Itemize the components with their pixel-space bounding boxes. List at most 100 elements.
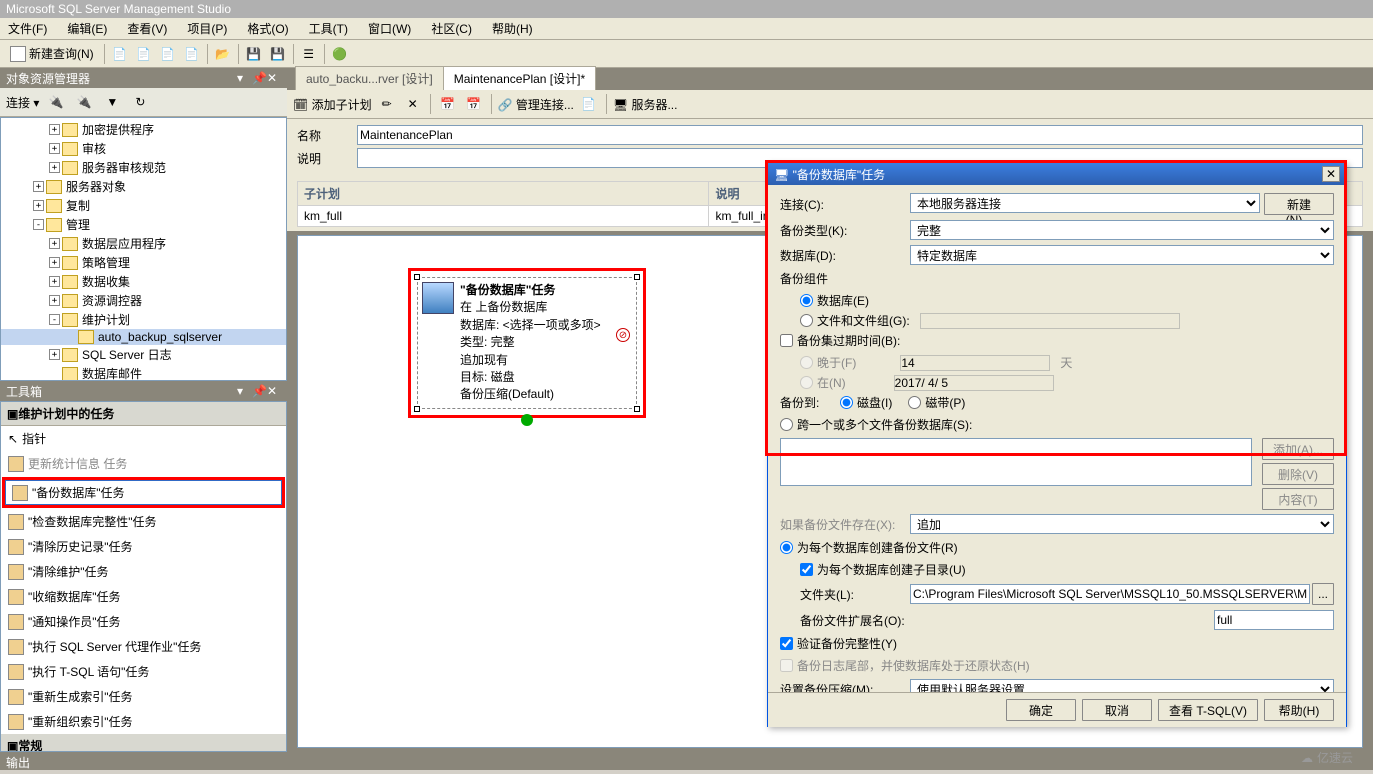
pin-icon[interactable]: 📌 [252,384,266,398]
tree-node[interactable]: +服务器对象 [1,177,286,196]
report-icon[interactable]: 📄 [578,93,600,115]
toolbar-btn2[interactable]: 📄 [133,43,155,65]
tree-node[interactable]: +服务器审核规范 [1,158,286,177]
expand-icon[interactable]: - [33,219,44,230]
folder-input[interactable] [910,584,1310,604]
tree-node[interactable]: auto_backup_sqlserver [1,329,286,345]
expand-icon[interactable]: + [49,238,60,249]
connect-btn2[interactable]: 🔌 [73,91,95,113]
browse-button[interactable]: ... [1312,583,1334,605]
calendar-x-icon[interactable]: 📅 [463,93,485,115]
expand-icon[interactable]: + [33,181,44,192]
ok-button[interactable]: 确定 [1006,699,1076,721]
menu-help[interactable]: 帮助(H) [488,18,537,39]
expand-icon[interactable]: + [49,124,60,135]
toolbox-item[interactable]: "检查数据库完整性"任务 [1,509,286,534]
toolbox-item[interactable]: "执行 T-SQL 语句"任务 [1,659,286,684]
toolbox-section[interactable]: ▣ 维护计划中的任务 [1,402,286,426]
add-subplan-button[interactable]: 🗓 添加子计划 [293,96,372,113]
tree-node[interactable]: 数据库邮件 [1,364,286,381]
menu-tools[interactable]: 工具(T) [305,18,352,39]
name-input[interactable] [357,125,1363,145]
pin-icon[interactable]: 📌 [252,71,266,85]
toolbar-open[interactable]: 📂 [212,43,234,65]
backup-task-card[interactable]: "备份数据库"任务 在 上备份数据库 数据库: <选择一项或多项> 类型: 完整… [417,277,637,409]
file-list[interactable] [780,438,1252,486]
tree-node[interactable]: -维护计划 [1,310,286,329]
output-panel-header[interactable]: 输出 [0,752,1373,770]
connect-dropdown[interactable]: 连接 ▾ [6,94,39,111]
tab-autobackup[interactable]: auto_backu...rver [设计] [295,66,444,90]
tree-node[interactable]: +审核 [1,139,286,158]
radio-tape[interactable] [908,396,921,409]
radio-perdb[interactable] [780,541,793,554]
filter-icon[interactable]: ▼ [101,91,123,113]
toolbar-save[interactable]: 💾 [243,43,265,65]
manage-connections-button[interactable]: 🔗 管理连接... [498,96,574,113]
menu-window[interactable]: 窗口(W) [364,18,415,39]
type-select[interactable]: 完整 [910,220,1334,240]
tab-maintenanceplan[interactable]: MaintenancePlan [设计]* [443,66,596,90]
tree-node[interactable]: +加密提供程序 [1,120,286,139]
expand-icon[interactable]: - [49,314,60,325]
tree-node[interactable]: +数据层应用程序 [1,234,286,253]
tree-node[interactable]: +策略管理 [1,253,286,272]
radio-disk[interactable] [840,396,853,409]
toolbox-item[interactable]: "清除维护"任务 [1,559,286,584]
check-verify[interactable] [780,637,793,650]
expand-icon[interactable]: + [49,143,60,154]
menu-format[interactable]: 格式(O) [243,18,292,39]
expand-icon[interactable]: + [49,162,60,173]
object-tree[interactable]: +加密提供程序+审核+服务器审核规范+服务器对象+复制-管理+数据层应用程序+策… [0,117,287,381]
toolbox-item-backup[interactable]: "备份数据库"任务 [5,480,282,505]
calendar-icon[interactable]: 📅 [437,93,459,115]
menu-project[interactable]: 项目(P) [183,18,231,39]
ext-input[interactable] [1214,610,1334,630]
radio-across[interactable] [780,418,793,431]
check-subdir[interactable] [800,563,813,576]
conn-select[interactable]: 本地服务器连接 [910,193,1260,213]
menu-view[interactable]: 查看(V) [123,18,171,39]
new-query-button[interactable]: 新建查询(N) [4,43,100,64]
dropdown-icon[interactable]: ▾ [237,71,251,85]
radio-database[interactable] [800,294,813,307]
cancel-button[interactable]: 取消 [1082,699,1152,721]
toolbox-item[interactable]: "通知操作员"任务 [1,609,286,634]
toolbox-item[interactable]: "清除历史记录"任务 [1,534,286,559]
expand-icon[interactable]: + [49,295,60,306]
menu-file[interactable]: 文件(F) [4,18,51,39]
delete-icon[interactable]: ✕ [402,93,424,115]
view-tsql-button[interactable]: 查看 T-SQL(V) [1158,699,1258,721]
tree-node[interactable]: +SQL Server 日志 [1,345,286,364]
expire-checkbox[interactable] [780,334,793,347]
compress-select[interactable]: 使用默认服务器设置 [910,679,1334,692]
dialog-close-button[interactable]: ✕ [1322,166,1340,182]
dialog-titlebar[interactable]: 🖥 "备份数据库"任务 ✕ [768,163,1346,185]
tree-node[interactable]: +资源调控器 [1,291,286,310]
toolbar-saveall[interactable]: 💾 [267,43,289,65]
tree-node[interactable]: +数据收集 [1,272,286,291]
connect-btn1[interactable]: 🔌 [45,91,67,113]
radio-filegroup[interactable] [800,314,813,327]
toolbar-btn4[interactable]: 📄 [181,43,203,65]
close-icon[interactable]: ✕ [267,384,281,398]
refresh-icon[interactable]: ↻ [129,91,151,113]
dropdown-icon[interactable]: ▾ [237,384,251,398]
menu-community[interactable]: 社区(C) [427,18,476,39]
menu-edit[interactable]: 编辑(E) [63,18,111,39]
tree-node[interactable]: +复制 [1,196,286,215]
db-select[interactable]: 特定数据库 [910,245,1334,265]
toolbox-pointer[interactable]: ↖ 指针 [1,426,286,451]
toolbox-general[interactable]: ▣ 常规 [1,734,286,752]
new-conn-button[interactable]: 新建(N)... [1264,193,1334,215]
toolbox-item-updatestats[interactable]: 更新统计信息 任务 [1,451,286,476]
toolbar-list[interactable]: ☰ [298,43,320,65]
toolbox-item[interactable]: "重新组织索引"任务 [1,709,286,734]
expand-icon[interactable]: + [49,276,60,287]
toolbar-db-icon[interactable]: 📄 [109,43,131,65]
cell-kmfull[interactable]: km_full [298,206,709,227]
expand-icon[interactable]: + [49,349,60,360]
servers-button[interactable]: 🖥 服务器... [613,96,678,113]
toolbox-item[interactable]: "执行 SQL Server 代理作业"任务 [1,634,286,659]
expand-icon[interactable]: + [49,257,60,268]
